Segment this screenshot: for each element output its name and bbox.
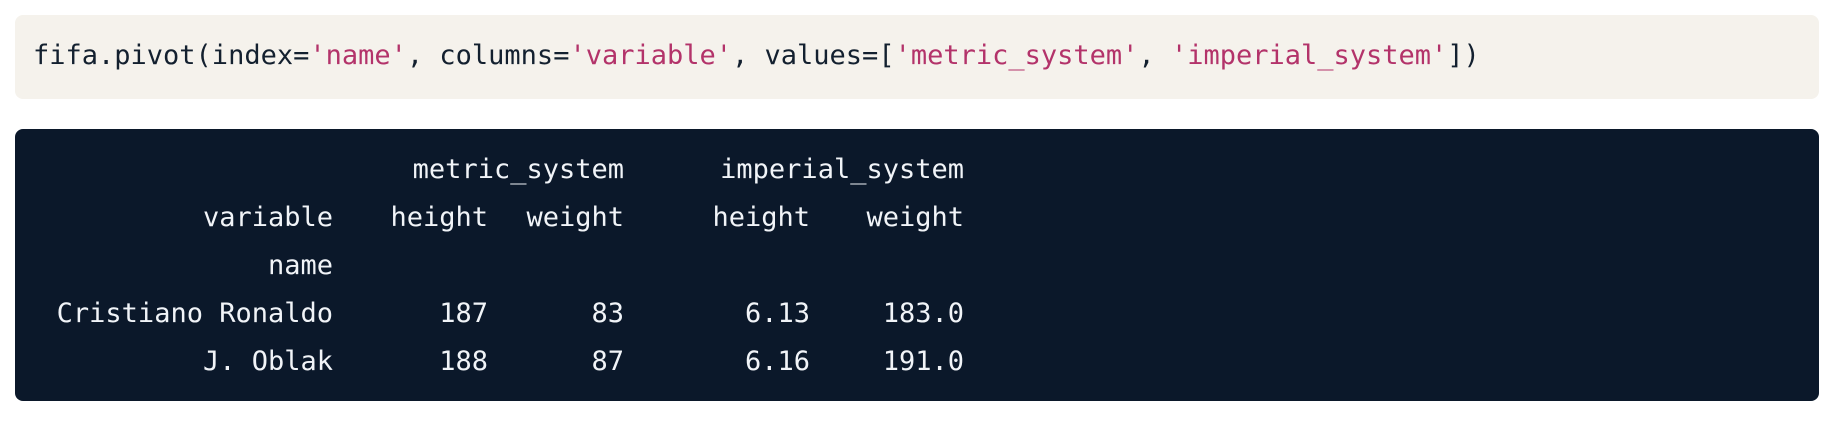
column-header-height: height bbox=[390, 202, 488, 233]
code-token: , columns= bbox=[406, 40, 570, 71]
string-token: 'imperial_system' bbox=[1170, 40, 1448, 71]
code-line: fifa.pivot(index='name', columns='variab… bbox=[33, 37, 1480, 75]
table-cell: 83 bbox=[591, 298, 624, 329]
column-group-header-imperial-system: imperial_system bbox=[720, 154, 964, 185]
string-token: 'variable' bbox=[569, 40, 733, 71]
code-token: , values=[ bbox=[732, 40, 895, 71]
table-cell: 6.13 bbox=[744, 298, 810, 329]
row-label: J. Oblak bbox=[202, 346, 333, 377]
table-cell: 191.0 bbox=[882, 346, 964, 377]
output-cell: metric_system imperial_system variable h… bbox=[15, 129, 1819, 401]
code-token: fifa.pivot(index= bbox=[33, 40, 310, 71]
index-name-label: name bbox=[267, 250, 333, 281]
table-cell: 187 bbox=[439, 298, 488, 329]
row-label: Cristiano Ronaldo bbox=[56, 298, 333, 329]
code-cell[interactable]: fifa.pivot(index='name', columns='variab… bbox=[15, 15, 1819, 99]
table-cell: 188 bbox=[439, 346, 488, 377]
column-header-height: height bbox=[712, 202, 810, 233]
table-cell: 183.0 bbox=[882, 298, 964, 329]
code-token: ]) bbox=[1447, 40, 1480, 71]
index-header-variable: variable bbox=[202, 202, 333, 233]
table-cell: 6.16 bbox=[744, 346, 810, 377]
string-token: 'metric_system' bbox=[894, 40, 1139, 71]
code-token: , bbox=[1138, 40, 1171, 71]
table-cell: 87 bbox=[591, 346, 624, 377]
column-header-weight: weight bbox=[866, 202, 964, 233]
column-group-header-metric-system: metric_system bbox=[412, 154, 624, 185]
string-token: 'name' bbox=[309, 40, 407, 71]
column-header-weight: weight bbox=[526, 202, 624, 233]
